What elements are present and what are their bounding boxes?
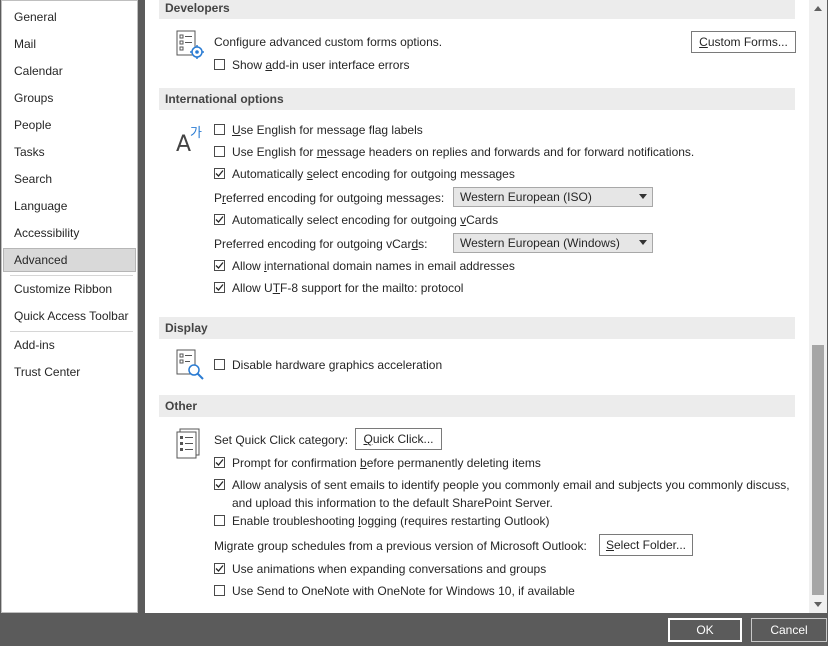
scroll-up-arrow-icon[interactable] — [814, 6, 822, 11]
section-header-international: International options — [159, 88, 795, 110]
auto-encoding-messages-checkbox[interactable]: Automatically select encoding for outgoi… — [214, 165, 515, 183]
developers-description: Configure advanced custom forms options. — [214, 35, 443, 49]
quick-click-label: Set Quick Click category: — [214, 433, 349, 447]
use-english-headers-checkbox[interactable]: Use English for message headers on repli… — [214, 143, 694, 161]
nav-item-people[interactable]: People — [3, 113, 136, 137]
pref-encoding-messages-label: Preferred encoding for outgoing messages… — [214, 191, 445, 205]
cancel-button[interactable]: Cancel — [751, 618, 827, 642]
svg-text:A: A — [176, 132, 191, 153]
select-folder-button[interactable]: Select Folder... — [599, 534, 693, 556]
checkbox-box[interactable] — [214, 563, 225, 575]
nav-item-advanced[interactable]: Advanced — [3, 248, 136, 272]
allow-analysis-checkbox[interactable]: Allow analysis of sent emails to identif… — [214, 476, 790, 510]
checkbox-box[interactable] — [214, 479, 225, 491]
pref-encoding-messages-select[interactable]: Western European (ISO) — [453, 187, 653, 207]
form-gear-icon — [176, 30, 204, 59]
nav-item-groups[interactable]: Groups — [3, 86, 136, 110]
checkbox-box[interactable] — [214, 282, 225, 294]
nav-divider — [10, 275, 133, 276]
checkbox-box[interactable] — [214, 124, 225, 136]
nav-divider — [10, 331, 133, 332]
checkbox-box[interactable] — [214, 168, 225, 180]
svg-text:가: 가 — [190, 126, 202, 141]
use-send-onenote-checkbox[interactable]: Use Send to OneNote with OneNote for Win… — [214, 582, 575, 600]
allow-utf8-checkbox[interactable]: Allow UTF-8 support for the mailto: prot… — [214, 279, 463, 297]
checkbox-box[interactable] — [214, 585, 225, 597]
checkbox-box[interactable] — [214, 214, 225, 226]
prompt-confirmation-checkbox[interactable]: Prompt for confirmation before permanent… — [214, 454, 541, 472]
nav-item-accessibility[interactable]: Accessibility — [3, 221, 136, 245]
allow-idn-checkbox[interactable]: Allow international domain names in emai… — [214, 257, 515, 275]
nav-item-general[interactable]: General — [3, 5, 136, 29]
checkbox-box[interactable] — [214, 59, 225, 71]
chevron-down-icon — [639, 240, 647, 245]
section-header-display: Display — [159, 317, 795, 339]
use-english-flag-labels-checkbox[interactable]: Use English for message flag labels — [214, 121, 423, 139]
disable-hw-accel-checkbox[interactable]: Disable hardware graphics acceleration — [214, 356, 442, 374]
pref-encoding-vcards-select[interactable]: Western European (Windows) — [453, 233, 653, 253]
nav-item-trust-center[interactable]: Trust Center — [3, 360, 136, 384]
nav-item-language[interactable]: Language — [3, 194, 136, 218]
nav-item-add-ins[interactable]: Add-ins — [3, 333, 136, 357]
section-header-other: Other — [159, 395, 795, 417]
nav-item-mail[interactable]: Mail — [3, 32, 136, 56]
checkbox-box[interactable] — [214, 457, 225, 469]
list-document-icon — [176, 428, 200, 459]
content-scrollbar[interactable] — [809, 0, 827, 613]
use-animations-checkbox[interactable]: Use animations when expanding conversati… — [214, 560, 546, 578]
custom-forms-button[interactable]: Custom Forms... — [691, 31, 796, 53]
show-addin-errors-checkbox[interactable]: Show add-in user interface errors — [214, 56, 409, 74]
nav-item-calendar[interactable]: Calendar — [3, 59, 136, 83]
checkbox-box[interactable] — [214, 359, 225, 371]
nav-item-customize-ribbon[interactable]: Customize Ribbon — [3, 277, 136, 301]
nav-item-quick-access-toolbar[interactable]: Quick Access Toolbar — [3, 304, 136, 328]
checkbox-box[interactable] — [214, 260, 225, 272]
nav-item-search[interactable]: Search — [3, 167, 136, 191]
chevron-down-icon — [639, 194, 647, 199]
quick-click-button[interactable]: Quick Click... — [355, 428, 442, 450]
enable-troubleshooting-checkbox[interactable]: Enable troubleshooting logging (requires… — [214, 512, 550, 530]
scroll-down-arrow-icon[interactable] — [814, 602, 822, 607]
ok-button[interactable]: OK — [668, 618, 742, 642]
options-content-panel: Developers Configure advanced custom for… — [145, 0, 809, 613]
migrate-schedules-label: Migrate group schedules from a previous … — [214, 539, 587, 553]
checkbox-box[interactable] — [214, 515, 225, 527]
pref-encoding-vcards-label: Preferred encoding for outgoing vCards: — [214, 237, 428, 251]
language-icon: A 가 — [176, 126, 202, 153]
scrollbar-thumb[interactable] — [812, 345, 824, 595]
options-nav-sidebar: General Mail Calendar Groups People Task… — [1, 0, 138, 613]
nav-item-tasks[interactable]: Tasks — [3, 140, 136, 164]
auto-encoding-vcards-checkbox[interactable]: Automatically select encoding for outgoi… — [214, 211, 498, 229]
section-header-developers: Developers — [159, 0, 795, 19]
checkbox-box[interactable] — [214, 146, 225, 158]
form-magnifier-icon — [176, 349, 204, 380]
